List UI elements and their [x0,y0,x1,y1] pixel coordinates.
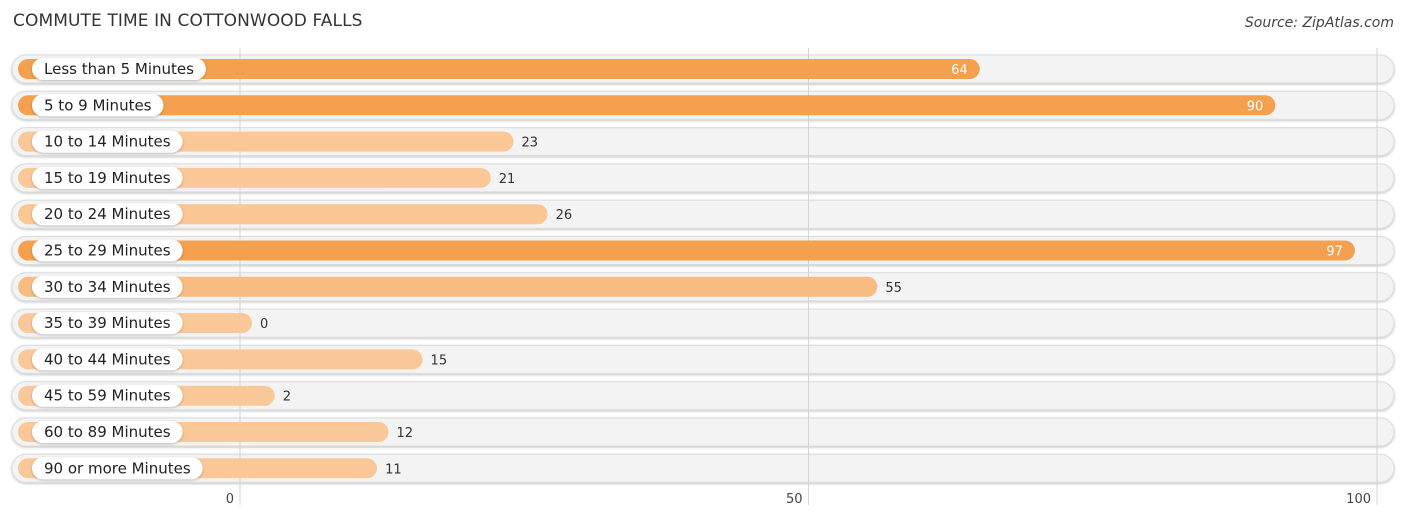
bar-row: 5 to 9 Minutes 90 [18,94,1276,117]
bar-category-label: 5 to 9 Minutes [44,96,152,114]
bar-row: 15 to 19 Minutes 21 [18,166,516,189]
x-tick-label: 0 [226,492,234,507]
bar-value-label: 11 [385,462,402,477]
bar-value-label: 23 [522,136,539,151]
bar-category-label: 20 to 24 Minutes [44,205,171,223]
bar-chart: Less than 5 Minutes 64 5 to 9 Minutes 90 10 … [11,48,1395,507]
bar-row: 60 to 89 Minutes 12 [18,421,413,443]
bar-row: 45 to 59 Minutes 2 [18,384,291,407]
bar-row: 40 to 44 Minutes 15 [18,348,448,371]
bar-category-label: 90 or more Minutes [44,459,191,477]
x-tick-label: 100 [1346,492,1371,507]
bar [18,240,1355,261]
bar [18,95,1276,116]
bar-value-label: 15 [431,353,448,368]
bar-row: Less than 5 Minutes 64 [18,58,980,80]
bar-value-label: 90 [1247,99,1264,114]
bar-row: 25 to 29 Minutes 97 [18,239,1355,262]
bar-value-label: 0 [260,317,268,332]
bar-row: 90 or more Minutes 11 [18,457,402,480]
bar-category-label: 60 to 89 Minutes [44,423,171,441]
bar-value-label: 2 [283,390,291,405]
bar-category-label: 10 to 14 Minutes [44,133,171,151]
bar-category-label: 35 to 39 Minutes [44,314,171,332]
bar-row: 20 to 24 Minutes 26 [18,203,573,226]
bar-category-label: Less than 5 Minutes [44,60,194,78]
bar-value-label: 26 [556,208,573,223]
bar-row: 30 to 34 Minutes 55 [18,275,902,298]
bar-category-label: 45 to 59 Minutes [44,387,171,405]
bar-value-label: 97 [1326,245,1343,260]
x-tick-label: 50 [786,492,803,507]
bar-row: 10 to 14 Minutes 23 [18,130,539,153]
bar-category-label: 15 to 19 Minutes [44,169,171,187]
bar-value-label: 55 [885,281,902,296]
bar-category-label: 25 to 29 Minutes [44,242,171,260]
bar-value-label: 64 [951,63,968,78]
bar-row: 35 to 39 Minutes 0 [18,312,268,335]
bar-category-label: 30 to 34 Minutes [44,278,171,296]
bar-value-label: 21 [499,172,516,187]
bar-value-label: 12 [396,426,413,441]
bar-category-label: 40 to 44 Minutes [44,350,171,368]
